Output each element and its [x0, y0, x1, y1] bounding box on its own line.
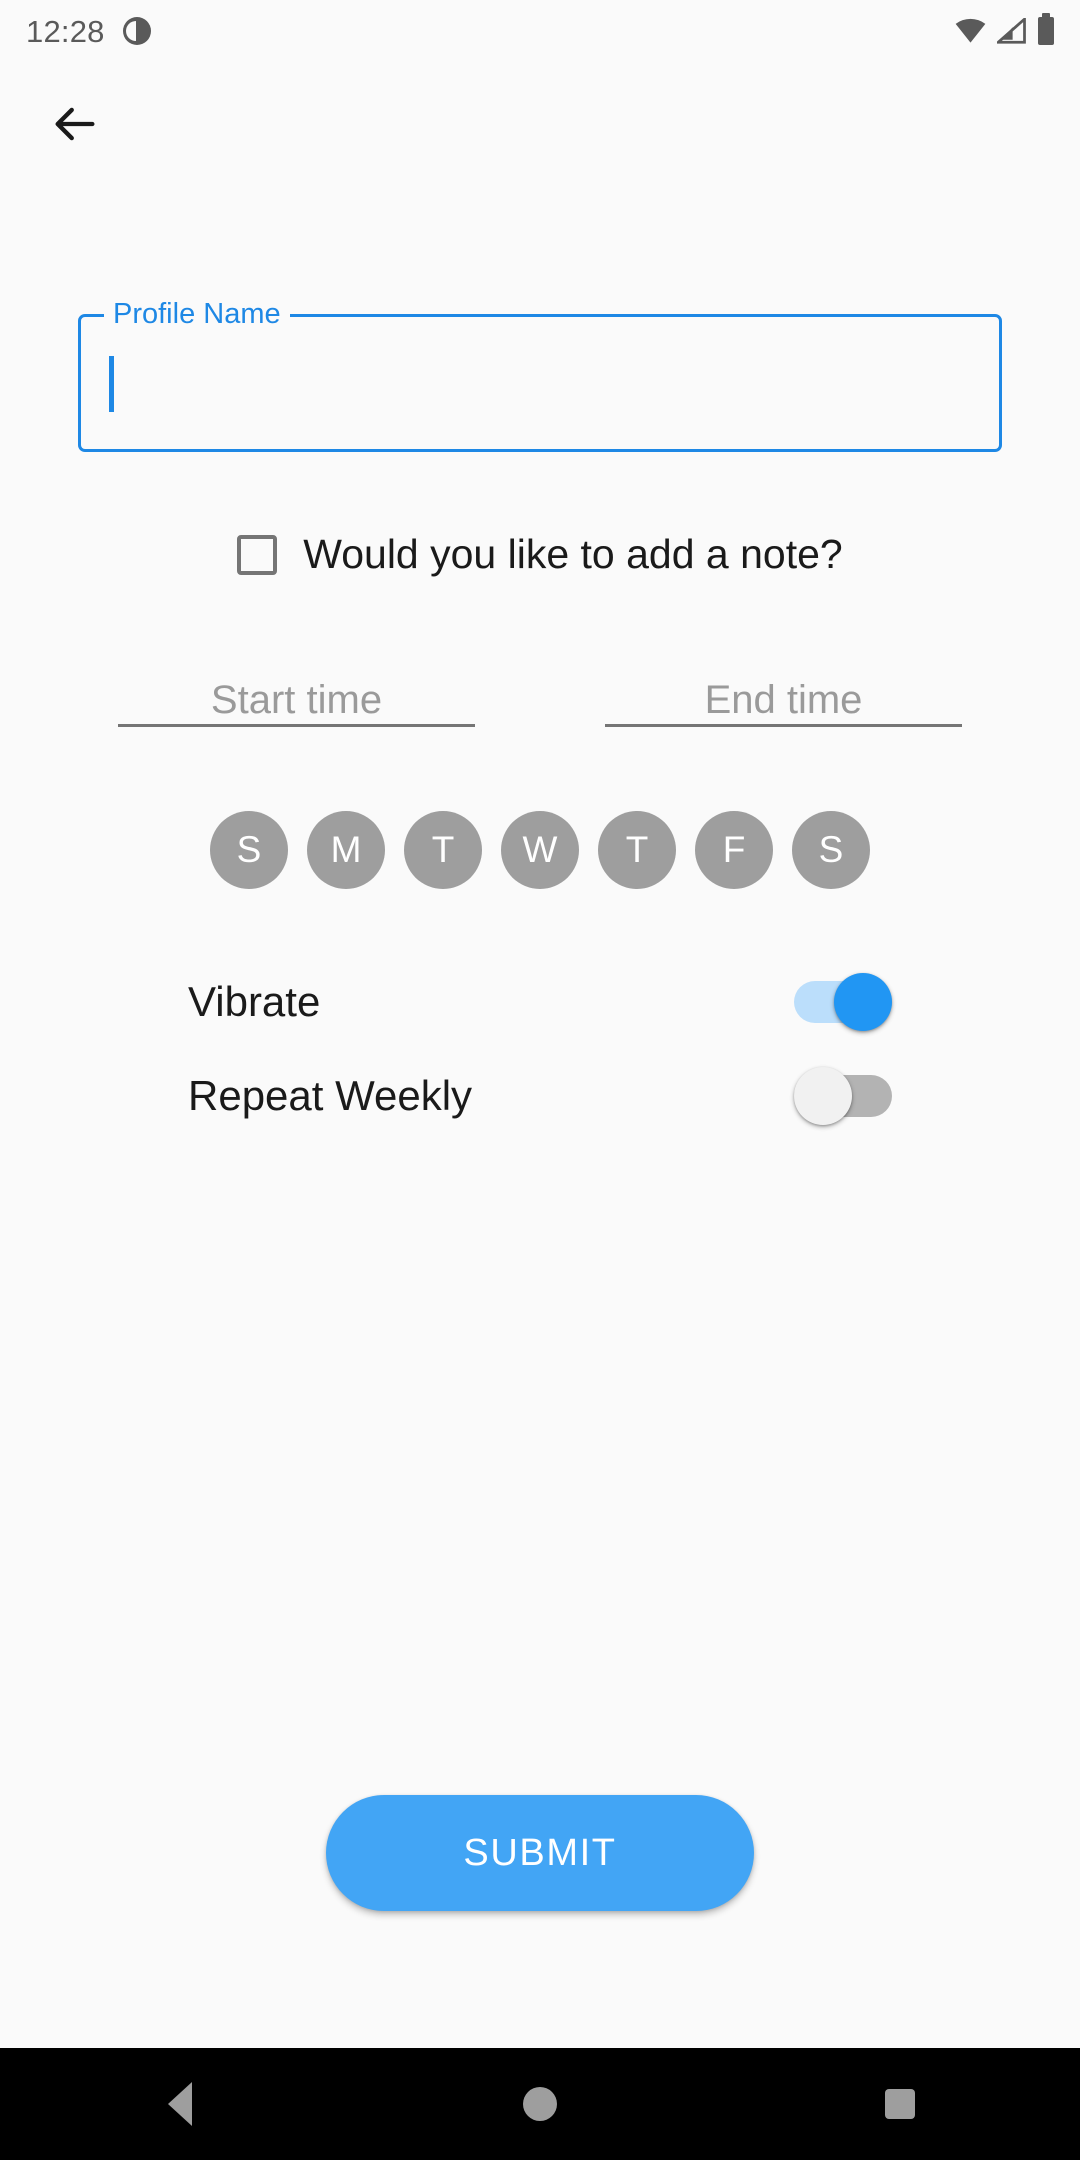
form-content: Profile Name Would you like to add a not… — [0, 186, 1080, 1143]
day-label: W — [522, 829, 558, 870]
nav-home-icon — [523, 2087, 557, 2121]
repeat-weekly-row: Repeat Weekly — [188, 1049, 892, 1143]
end-time-field[interactable]: End time — [605, 663, 962, 727]
start-time-placeholder: Start time — [210, 678, 383, 723]
wifi-icon — [955, 18, 986, 43]
vibrate-row: Vibrate — [188, 955, 892, 1049]
repeat-weekly-switch[interactable] — [794, 1067, 892, 1125]
day-selector: S M T W T F S — [0, 811, 1080, 889]
vibrate-switch[interactable] — [794, 973, 892, 1031]
add-note-checkbox[interactable] — [237, 534, 278, 575]
nav-recents-icon — [885, 2089, 915, 2119]
start-time-field[interactable]: Start time — [118, 663, 475, 727]
vibrate-label: Vibrate — [188, 978, 321, 1025]
day-toggle-sunday[interactable]: S — [210, 811, 288, 889]
day-label: T — [431, 829, 455, 870]
switch-thumb — [834, 973, 892, 1031]
time-range-row: Start time End time — [0, 663, 1080, 727]
status-bar-clock: 12:28 — [26, 13, 105, 49]
day-label: S — [236, 829, 262, 870]
day-toggle-wednesday[interactable]: W — [501, 811, 579, 889]
nav-back-button[interactable] — [100, 2048, 260, 2160]
profile-name-field[interactable]: Profile Name — [78, 296, 1002, 452]
day-label: F — [722, 829, 746, 870]
android-navigation-bar — [0, 2048, 1080, 2160]
day-toggle-monday[interactable]: M — [307, 811, 385, 889]
do-not-disturb-icon — [122, 17, 151, 45]
submit-area: SUBMIT — [0, 1795, 1080, 1911]
status-bar-system-icons — [955, 13, 1054, 45]
status-bar: 12:28 — [0, 0, 1080, 62]
repeat-weekly-label: Repeat Weekly — [188, 1072, 473, 1119]
add-note-checkbox-row[interactable]: Would you like to add a note? — [0, 534, 1080, 575]
phone-screen: 12:28 Profile Name Would you like to add… — [0, 0, 1080, 2160]
day-toggle-friday[interactable]: F — [695, 811, 773, 889]
nav-home-button[interactable] — [460, 2048, 620, 2160]
back-button[interactable] — [36, 85, 114, 163]
day-label: T — [625, 829, 649, 870]
app-bar — [0, 62, 1080, 186]
end-time-placeholder: End time — [704, 678, 863, 723]
switch-thumb — [794, 1067, 852, 1125]
day-toggle-thursday[interactable]: T — [598, 811, 676, 889]
day-toggle-saturday[interactable]: S — [792, 811, 870, 889]
submit-button[interactable]: SUBMIT — [326, 1795, 754, 1911]
nav-recents-button[interactable] — [820, 2048, 980, 2160]
settings-toggles: Vibrate Repeat Weekly — [0, 955, 1080, 1143]
battery-icon — [1038, 13, 1054, 45]
nav-back-icon — [168, 2082, 192, 2126]
arrow-left-icon — [55, 107, 95, 141]
day-toggle-tuesday[interactable]: T — [404, 811, 482, 889]
add-note-label: Would you like to add a note? — [303, 531, 843, 577]
status-bar-notification-icons — [122, 17, 151, 45]
profile-name-input[interactable] — [106, 314, 706, 452]
signal-icon — [997, 18, 1026, 44]
day-label: M — [330, 829, 362, 870]
day-label: S — [818, 829, 844, 870]
